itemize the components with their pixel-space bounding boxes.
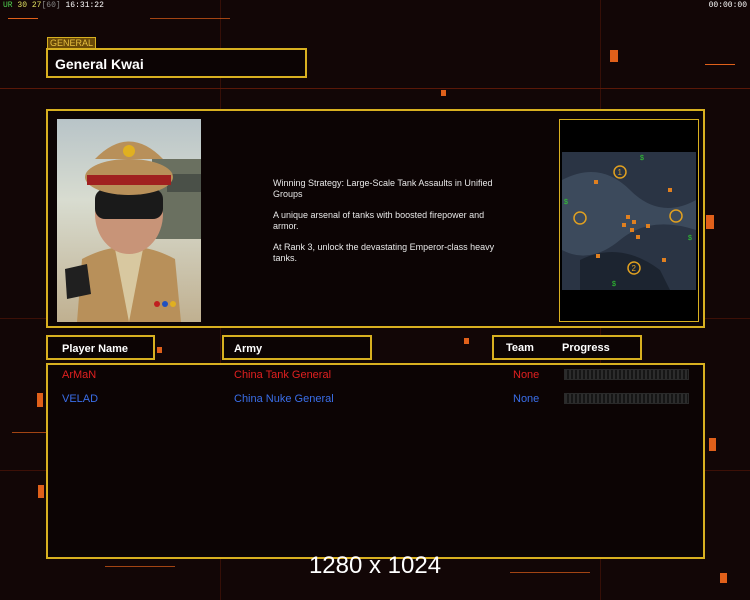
hud-stats: UR 30 27[60] 16:31:22 [3, 1, 104, 10]
general-description: Winning Strategy: Large-Scale Tank Assau… [273, 178, 495, 264]
general-portrait-icon [65, 141, 201, 322]
map-start-2-label: 2 [632, 264, 637, 273]
player-name: VELAD [62, 393, 99, 405]
column-header-team-progress: Team Progress [492, 335, 642, 360]
minimap-icon: 1 2 $ $ $ $ [562, 152, 696, 290]
general-portrait [57, 119, 201, 322]
description-strategy: Winning Strategy: Large-Scale Tank Assau… [273, 178, 493, 199]
table-row: ArMaN China Tank General None [48, 368, 703, 384]
hud-count: 27 [31, 1, 42, 10]
column-header-player: Player Name [46, 335, 155, 360]
hud-fps: 30 [17, 1, 28, 10]
hud-ur-label: UR [3, 1, 13, 10]
money-icon: $ [612, 281, 616, 288]
army-header: Army [234, 343, 263, 355]
general-info-panel: Winning Strategy: Large-Scale Tank Assau… [46, 109, 705, 328]
hud-limit: 60 [46, 1, 56, 10]
player-progress-bar [564, 369, 689, 380]
money-icon: $ [564, 199, 568, 206]
money-icon: $ [688, 235, 692, 242]
resolution-label: 1280 x 1024 [308, 552, 442, 579]
general-name: General Kwai [55, 56, 144, 72]
player-list-panel: ArMaN China Tank General None VELAD Chin… [46, 363, 705, 559]
player-army: China Nuke General [234, 393, 334, 405]
hud-timer: 00:00:00 [708, 1, 747, 10]
progress-header: Progress [562, 342, 610, 354]
column-header-army: Army [222, 335, 372, 360]
hud-clock: 16:31:22 [65, 1, 104, 10]
money-icon: $ [640, 155, 644, 162]
map-preview: 1 2 $ $ $ $ [559, 119, 699, 322]
player-team: None [513, 393, 540, 405]
player-army: China Tank General [234, 369, 332, 381]
player-team: None [513, 369, 540, 381]
player-name-header: Player Name [62, 343, 129, 355]
table-row: VELAD China Nuke General None [48, 392, 703, 408]
map-start-1-label: 1 [618, 168, 623, 177]
description-arsenal: A unique arsenal of tanks with boosted f… [273, 210, 485, 231]
team-header: Team [506, 342, 534, 354]
general-name-panel: General Kwai [46, 48, 307, 78]
player-name: ArMaN [62, 369, 97, 381]
description-rank: At Rank 3, unlock the devastating Empero… [273, 242, 495, 263]
player-progress-bar [564, 393, 689, 404]
